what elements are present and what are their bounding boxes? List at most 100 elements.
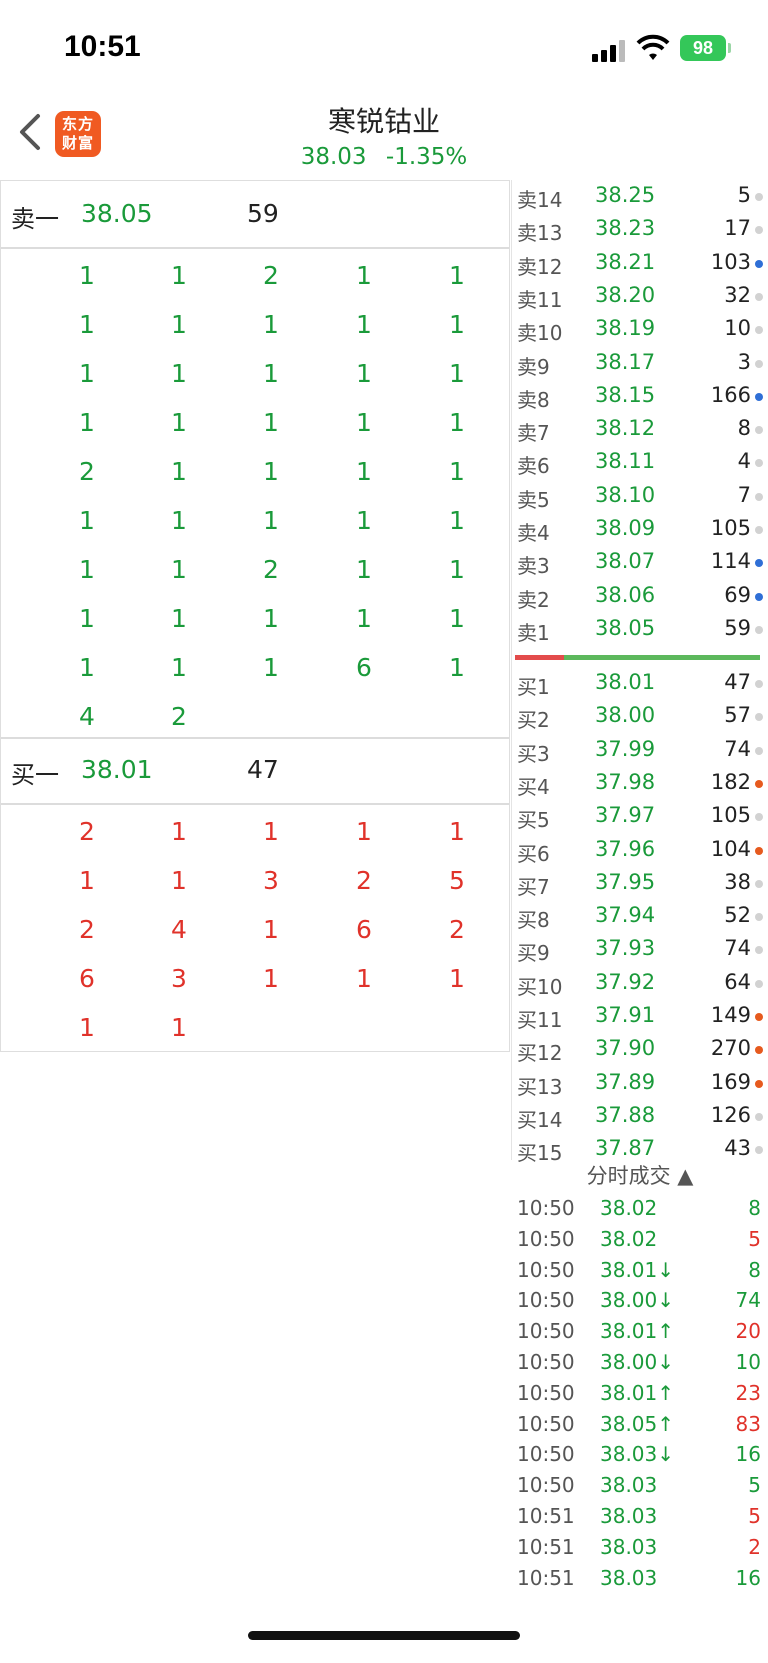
trade-row: 10:50 38.00↓ 74 bbox=[515, 1285, 765, 1315]
order-dot-icon bbox=[755, 559, 763, 568]
ask-level: 卖3 bbox=[517, 554, 550, 579]
order-cell: 1 bbox=[449, 506, 465, 535]
trade-volume: 20 bbox=[735, 1319, 761, 1344]
trade-price: 38.00↓ bbox=[600, 1350, 675, 1374]
wifi-icon bbox=[636, 34, 670, 60]
order-cell: 2 bbox=[171, 702, 187, 731]
bid-volume: 47 bbox=[724, 670, 751, 694]
trade-volume: 5 bbox=[748, 1226, 761, 1251]
trade-time: 10:50 bbox=[517, 1350, 575, 1374]
order-dot-icon bbox=[755, 193, 763, 201]
trade-time: 10:50 bbox=[517, 1380, 575, 1405]
trade-price: 38.03 bbox=[600, 1504, 658, 1528]
bid-volume: 74 bbox=[724, 736, 751, 761]
ask-volume: 59 bbox=[724, 615, 751, 640]
trade-volume: 8 bbox=[748, 1196, 761, 1220]
bid-volume: 105 bbox=[710, 803, 751, 828]
ask-price: 38.11 bbox=[595, 449, 656, 474]
trade-price: 38.03 bbox=[600, 1473, 658, 1498]
ask-level: 卖1 bbox=[517, 620, 550, 645]
order-cell: 1 bbox=[449, 653, 465, 682]
order-dot-icon bbox=[755, 846, 763, 855]
order-cell: 1 bbox=[79, 555, 95, 584]
bid-level: 买8 bbox=[517, 908, 550, 933]
trade-price: 38.01↓ bbox=[600, 1257, 675, 1282]
bid-price: 37.94 bbox=[595, 903, 656, 928]
order-cell: 1 bbox=[171, 817, 187, 846]
trade-row: 10:50 38.01↑ 23 bbox=[515, 1378, 765, 1408]
ask-volume: 105 bbox=[710, 516, 751, 540]
bid-level: 买9 bbox=[517, 941, 550, 966]
order-cell: 1 bbox=[171, 866, 187, 895]
bid-price: 37.90 bbox=[595, 1036, 656, 1061]
order-dot-icon bbox=[755, 492, 763, 501]
trade-time: 10:51 bbox=[517, 1565, 575, 1590]
order-cell: 1 bbox=[171, 506, 187, 535]
ask-price: 38.10 bbox=[595, 482, 656, 507]
order-dot-icon bbox=[755, 779, 763, 788]
home-indicator[interactable] bbox=[248, 1631, 520, 1640]
order-dot-icon bbox=[755, 359, 763, 368]
order-queue-panel: 卖一 38.05 59 1 1 2 1 1 1 1 1 1 1 1 1 1 1 1 1 1 1 1 1 2 1 1 1 1 1 1 1… bbox=[0, 180, 510, 1052]
ask-price: 38.07 bbox=[595, 549, 656, 574]
time-sales-header[interactable]: 分时成交 ▲ bbox=[515, 1160, 765, 1192]
order-cell: 1 bbox=[263, 915, 279, 944]
trade-time: 10:50 bbox=[517, 1442, 575, 1467]
order-cell: 1 bbox=[356, 457, 372, 486]
order-dot-icon bbox=[755, 946, 763, 955]
order-cell: 1 bbox=[263, 457, 279, 486]
bid-volume: 74 bbox=[724, 936, 751, 961]
bid-price: 37.97 bbox=[595, 803, 656, 828]
order-cell: 1 bbox=[263, 817, 279, 846]
order-cell: 1 bbox=[356, 359, 372, 388]
ask-price: 38.12 bbox=[595, 416, 656, 441]
bid-price: 37.98 bbox=[595, 769, 656, 794]
order-dot-icon bbox=[755, 292, 763, 301]
nav-header: 寒锐钴业 38.03 -1.35% 东方 财富 bbox=[0, 96, 768, 180]
order-dot-icon bbox=[755, 1046, 763, 1055]
order-dot-icon bbox=[755, 592, 763, 601]
trade-price: 38.05↑ bbox=[600, 1411, 675, 1436]
bid-level: 买6 bbox=[517, 841, 550, 866]
battery-tip bbox=[728, 43, 731, 53]
divider bbox=[1, 247, 509, 249]
order-cell: 1 bbox=[79, 1013, 95, 1042]
bid-volume: 126 bbox=[710, 1102, 751, 1127]
order-cell: 1 bbox=[79, 261, 95, 290]
order-cell: 1 bbox=[356, 817, 372, 846]
ask-volume: 7 bbox=[737, 482, 751, 507]
trade-volume: 16 bbox=[735, 1442, 761, 1467]
trade-price: 38.01↑ bbox=[600, 1319, 675, 1344]
bid-level: 买2 bbox=[517, 708, 550, 733]
ask-price: 38.19 bbox=[595, 316, 656, 341]
trade-price: 38.03↓ bbox=[600, 1442, 675, 1467]
order-cell: 1 bbox=[79, 359, 95, 388]
trade-time: 10:51 bbox=[517, 1504, 575, 1528]
ask-level: 卖8 bbox=[517, 387, 550, 412]
order-cell: 1 bbox=[356, 555, 372, 584]
order-dot-icon bbox=[755, 426, 763, 435]
bid-level: 买12 bbox=[517, 1041, 563, 1066]
order-cell: 1 bbox=[263, 604, 279, 633]
bid-price: 37.87 bbox=[595, 1136, 656, 1161]
order-cell: 1 bbox=[79, 653, 95, 682]
ask-price: 38.20 bbox=[595, 282, 656, 307]
ask-level: 卖9 bbox=[517, 354, 550, 379]
order-dot-icon bbox=[755, 1013, 763, 1021]
order-cell: 1 bbox=[449, 604, 465, 633]
trade-time: 10:50 bbox=[517, 1257, 575, 1282]
column-divider bbox=[511, 180, 512, 1160]
cellular-signal-icon bbox=[592, 38, 626, 62]
trade-row: 10:50 38.05↑ 83 bbox=[515, 1409, 765, 1439]
trade-volume: 16 bbox=[735, 1565, 761, 1590]
order-cell: 3 bbox=[263, 866, 279, 895]
ask-volume: 3 bbox=[737, 349, 751, 374]
stock-name: 寒锐钴业 bbox=[327, 105, 440, 138]
ask-row: 卖9 38.17 3 bbox=[515, 347, 765, 380]
trade-volume: 5 bbox=[748, 1504, 761, 1528]
order-cell: 4 bbox=[79, 702, 95, 731]
ask-row: 卖13 38.23 17 bbox=[515, 213, 765, 246]
app-logo[interactable]: 东方 财富 bbox=[55, 111, 101, 157]
order-cell: 2 bbox=[79, 457, 95, 486]
battery-icon: 98 bbox=[680, 35, 726, 61]
